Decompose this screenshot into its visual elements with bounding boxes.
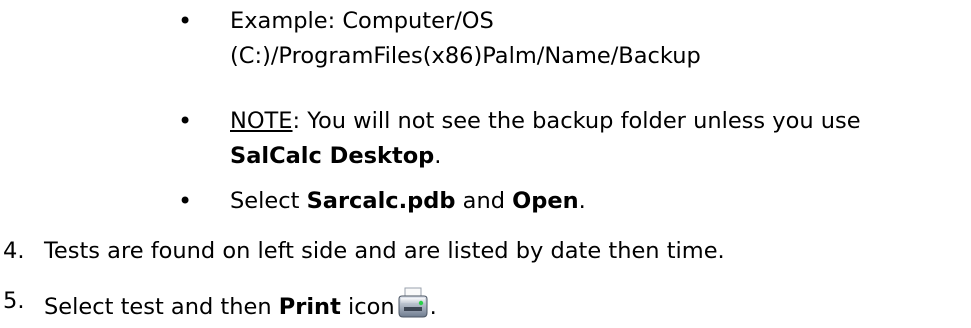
step-4-text: Tests are found on left side and are lis…: [44, 238, 725, 264]
bullet-3-line: Select Sarcalc.pdb and Open.: [230, 186, 586, 216]
period: .: [429, 294, 437, 320]
bullet-2-line-2: SalCalc Desktop.: [230, 141, 441, 171]
printer-icon: [396, 286, 430, 328]
step-5-text: Select test and then Print icon .: [44, 286, 437, 328]
bullet-dot: •: [178, 107, 193, 135]
step-4-number: 4.: [3, 238, 25, 264]
open-label: Open: [512, 188, 579, 214]
select-test-text: Select test and then: [44, 294, 279, 320]
bullet-dot: •: [178, 7, 193, 35]
bullet-1-line-2: (C:)/ProgramFiles(x86)Palm/Name/Backup: [230, 43, 701, 69]
bullet-2-line-1: NOTE: You will not see the backup folder…: [230, 106, 861, 136]
bullet-1-line-1: Example: Computer/OS: [230, 8, 494, 34]
step-5-number: 5.: [3, 288, 25, 314]
note-label: NOTE: [230, 108, 293, 134]
salcalc-desktop-label: SalCalc Desktop: [230, 143, 435, 169]
sarcalc-pdb-label: Sarcalc.pdb: [306, 188, 456, 214]
note-text: : You will not see the backup folder unl…: [292, 108, 861, 134]
period: .: [434, 143, 442, 169]
and-text: and: [455, 188, 513, 214]
period: .: [578, 188, 586, 214]
print-label: Print: [278, 294, 341, 320]
icon-word: icon: [340, 294, 395, 320]
bullet-dot: •: [178, 187, 193, 215]
select-text: Select: [230, 188, 307, 214]
